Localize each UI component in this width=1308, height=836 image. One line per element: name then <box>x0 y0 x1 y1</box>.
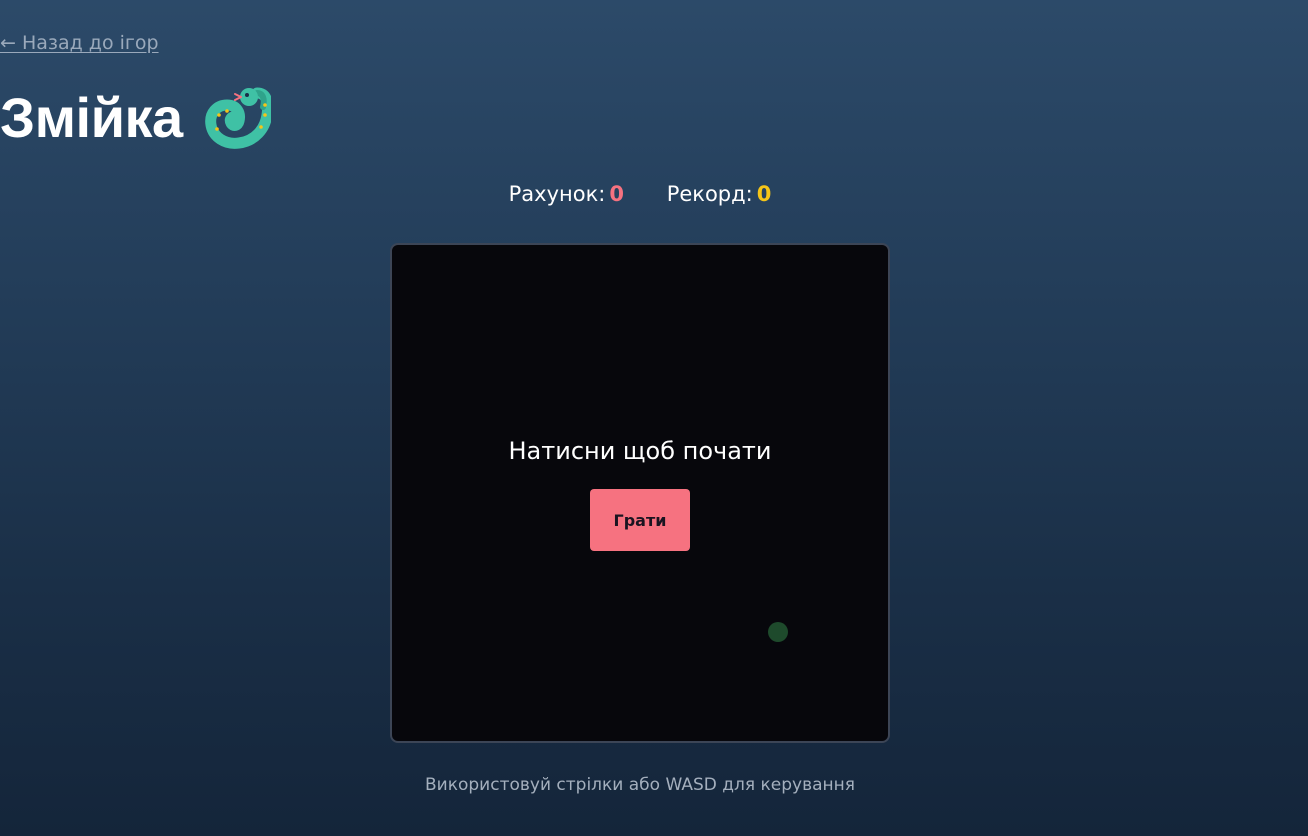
page-title: Змійка <box>0 86 183 149</box>
play-button[interactable]: Грати <box>590 489 690 551</box>
start-prompt: Натисни щоб почати <box>508 437 772 465</box>
score-display: Рахунок: 0 <box>509 182 624 206</box>
game-board[interactable]: Натисни щоб почати Грати <box>390 243 890 743</box>
score-value: 0 <box>609 182 624 206</box>
back-to-games-link[interactable]: ← Назад до ігор <box>0 32 159 54</box>
record-label: Рекорд: <box>666 182 753 206</box>
food-dot <box>768 622 788 642</box>
score-label: Рахунок: <box>508 182 606 206</box>
record-display: Рекорд: 0 <box>667 182 772 206</box>
snake-icon <box>204 87 271 149</box>
record-value: 0 <box>756 182 772 206</box>
title-row: Змійка <box>0 84 271 152</box>
scoreboard: Рахунок: 0 Рекорд: 0 <box>0 182 1280 206</box>
controls-hint: Використовуй стрілки або WASD для керува… <box>425 775 855 795</box>
